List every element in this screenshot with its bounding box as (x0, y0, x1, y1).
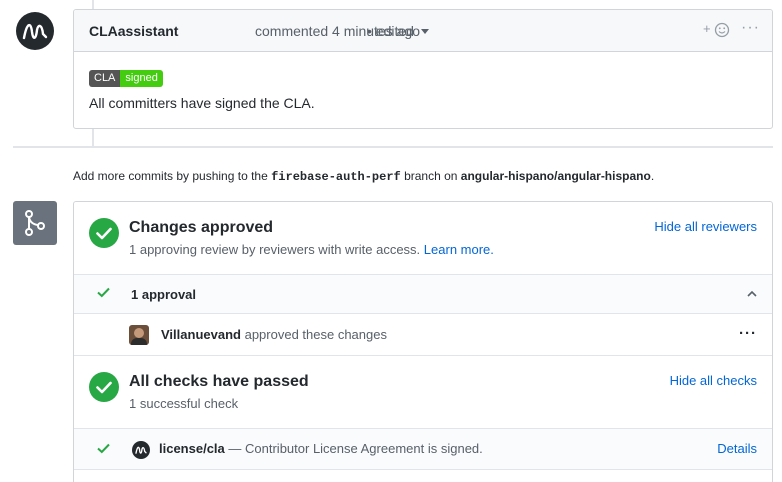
check-icon (96, 381, 112, 393)
check-name: license/cla (159, 441, 225, 456)
push-info-suffix: . (650, 169, 655, 183)
smiley-icon (714, 22, 730, 38)
checks-subtitle: 1 successful check (129, 396, 239, 411)
edited-label: • edited (367, 23, 414, 39)
cla-logo-icon (22, 24, 48, 40)
check-icon (96, 227, 112, 239)
comment-author[interactable]: CLAassistant (89, 23, 178, 39)
repo-name[interactable]: angular-hispano/angular-hispano (461, 169, 651, 183)
caret-down-icon (420, 29, 429, 35)
plus-label: + (703, 21, 711, 36)
checks-status-icon (89, 372, 119, 402)
reviewer-row: Villanuevand approved these changes ··· (74, 314, 772, 356)
comment-options-button[interactable]: ··· (741, 20, 761, 40)
check-description: — Contributor License Agreement is signe… (228, 441, 483, 456)
avatar[interactable] (16, 12, 54, 50)
cla-logo-icon (135, 446, 147, 454)
comment-header: CLAassistant commented 4 minutes ago • e… (74, 10, 772, 52)
check-row: license/cla — Contributor License Agreem… (74, 428, 772, 470)
reviewer-name[interactable]: Villanuevand (161, 327, 241, 342)
approval-count: 1 approval (131, 287, 197, 302)
comment: CLAassistant commented 4 minutes ago • e… (73, 9, 773, 129)
push-info-prefix: Add more commits by pushing to the (73, 169, 268, 183)
reviews-subtitle-text: 1 approving review by reviewers with wri… (129, 242, 421, 257)
check-icon (97, 441, 110, 457)
merge-status-icon-box (13, 201, 57, 245)
check-details-link[interactable]: Details (717, 441, 757, 456)
timeline-divider (13, 146, 773, 148)
reviewer-action: approved these changes (244, 327, 387, 342)
add-reaction-button[interactable]: + (703, 21, 733, 40)
checks-title: All checks have passed (129, 373, 309, 390)
merge-status-box: Changes approved 1 approving review by r… (73, 201, 773, 482)
reviews-title: Changes approved (129, 219, 274, 236)
push-info-middle: branch on (404, 169, 458, 183)
reviewer-text: Villanuevand approved these changes (161, 327, 387, 342)
reviews-subtitle: 1 approving review by reviewers with wri… (129, 242, 494, 257)
push-info: Add more commits by pushing to the fireb… (73, 169, 654, 184)
badge-status: signed (120, 70, 163, 87)
branch-name: firebase-auth-perf (271, 170, 401, 184)
check-text: license/cla — Contributor License Agreem… (159, 441, 483, 456)
approval-summary-row[interactable]: 1 approval (74, 274, 772, 314)
git-merge-icon (25, 210, 45, 236)
approved-status-icon (89, 218, 119, 248)
comment-body: All committers have signed the CLA. (89, 95, 315, 111)
check-icon (97, 285, 110, 301)
learn-more-link[interactable]: Learn more. (424, 242, 494, 257)
cla-signed-badge[interactable]: CLA signed (89, 70, 163, 87)
cla-check-avatar (132, 441, 150, 459)
chevron-up-icon[interactable] (747, 290, 757, 297)
hide-all-checks-link[interactable]: Hide all checks (670, 373, 757, 388)
timeline-line (92, 129, 94, 146)
reviewer-avatar[interactable] (129, 325, 149, 345)
hide-all-reviewers-link[interactable]: Hide all reviewers (654, 219, 757, 234)
reviewer-options-button[interactable]: ··· (739, 325, 757, 342)
edited-dropdown[interactable]: • edited (367, 23, 429, 39)
badge-label: CLA (89, 70, 121, 87)
